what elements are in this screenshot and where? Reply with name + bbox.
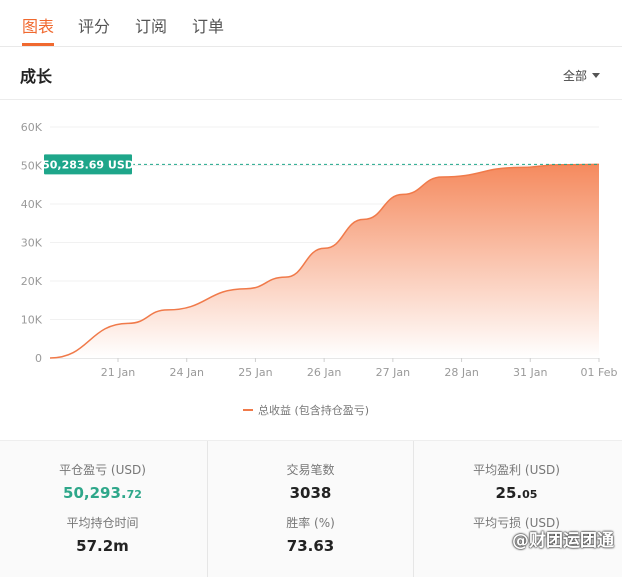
y-tick-label: 0 bbox=[35, 352, 42, 365]
active-tab-indicator bbox=[22, 43, 54, 46]
tab-bar: 图表 评分 订阅 订单 bbox=[0, 0, 622, 47]
stat-win-rate: 胜率 (%) 73.63 bbox=[208, 514, 413, 555]
stats-panel: 平仓盈亏 (USD) 50,293.72 平均持仓时间 57.2m 交易笔数 3… bbox=[0, 440, 622, 577]
range-dropdown-label: 全部 bbox=[562, 69, 587, 83]
section-header: 成长 全部 bbox=[0, 47, 622, 100]
stat-value: 50,293.72 bbox=[63, 484, 142, 502]
growth-chart: 0 10K 20K 30K 40K 50K 60K 21 Jan 24 Jan 25 Jan 26… bbox=[0, 100, 622, 438]
stat-avg-hold: 平均持仓时间 57.2m bbox=[0, 514, 205, 555]
chart-legend[interactable]: 总收益 (包含持仓盈亏) bbox=[243, 403, 369, 417]
stats-column-3: 平均盈利 (USD) 25.05 平均亏损 (USD) bbox=[413, 441, 619, 577]
current-value-tag: 50,283.69 USD bbox=[42, 154, 134, 175]
x-tick-label: 26 Jan bbox=[307, 366, 341, 379]
tab-chart[interactable]: 图表 bbox=[22, 13, 54, 37]
section-title: 成长 bbox=[20, 67, 53, 86]
tab-orders[interactable]: 订单 bbox=[192, 13, 224, 37]
current-value-label: 50,283.69 USD bbox=[42, 158, 134, 171]
y-tick-label: 10K bbox=[21, 314, 43, 327]
stat-label: 平仓盈亏 (USD) bbox=[59, 463, 146, 477]
stat-value: 25.05 bbox=[495, 484, 538, 502]
x-tick-label: 24 Jan bbox=[169, 366, 203, 379]
y-tick-label: 30K bbox=[21, 237, 43, 250]
tab-rating[interactable]: 评分 bbox=[78, 13, 110, 37]
stat-label: 平均盈利 (USD) bbox=[473, 463, 560, 477]
stat-label: 胜率 (%) bbox=[286, 516, 335, 530]
x-tick-label: 21 Jan bbox=[101, 366, 135, 379]
x-tick-label: 25 Jan bbox=[238, 366, 272, 379]
y-tick-label: 60K bbox=[21, 121, 43, 134]
stat-avg-profit: 平均盈利 (USD) 25.05 bbox=[414, 461, 619, 502]
stat-value: 73.63 bbox=[286, 537, 335, 555]
chart-svg: 0 10K 20K 30K 40K 50K 60K 21 Jan 24 Jan 25 Jan 26… bbox=[21, 121, 618, 417]
stats-column-2: 交易笔数 3038 胜率 (%) 73.63 bbox=[207, 441, 413, 577]
stat-label: 平均持仓时间 bbox=[66, 516, 139, 530]
legend-label: 总收益 (包含持仓盈亏) bbox=[258, 403, 369, 417]
watermark: @财团运团通 bbox=[512, 531, 614, 551]
y-tick-label: 40K bbox=[21, 198, 43, 211]
stat-value: 3038 bbox=[289, 484, 332, 502]
series-area bbox=[50, 164, 599, 358]
stat-value: 57.2m bbox=[76, 537, 129, 555]
tab-subscribe[interactable]: 订阅 bbox=[135, 13, 167, 37]
caret-down-icon bbox=[592, 73, 600, 78]
x-tick-label: 27 Jan bbox=[376, 366, 410, 379]
range-dropdown[interactable]: 全部 bbox=[563, 67, 600, 84]
x-tick-label: 01 Feb bbox=[581, 366, 618, 379]
y-tick-label: 20K bbox=[21, 275, 43, 288]
stat-trades: 交易笔数 3038 bbox=[208, 461, 413, 502]
x-tick-label: 28 Jan bbox=[444, 366, 478, 379]
stat-label: 交易笔数 bbox=[286, 463, 335, 477]
stat-closed-pl: 平仓盈亏 (USD) 50,293.72 bbox=[0, 461, 205, 502]
y-tick-label: 50K bbox=[21, 160, 43, 173]
stats-column-1: 平仓盈亏 (USD) 50,293.72 平均持仓时间 57.2m bbox=[0, 441, 205, 577]
x-tick-label: 31 Jan bbox=[513, 366, 547, 379]
